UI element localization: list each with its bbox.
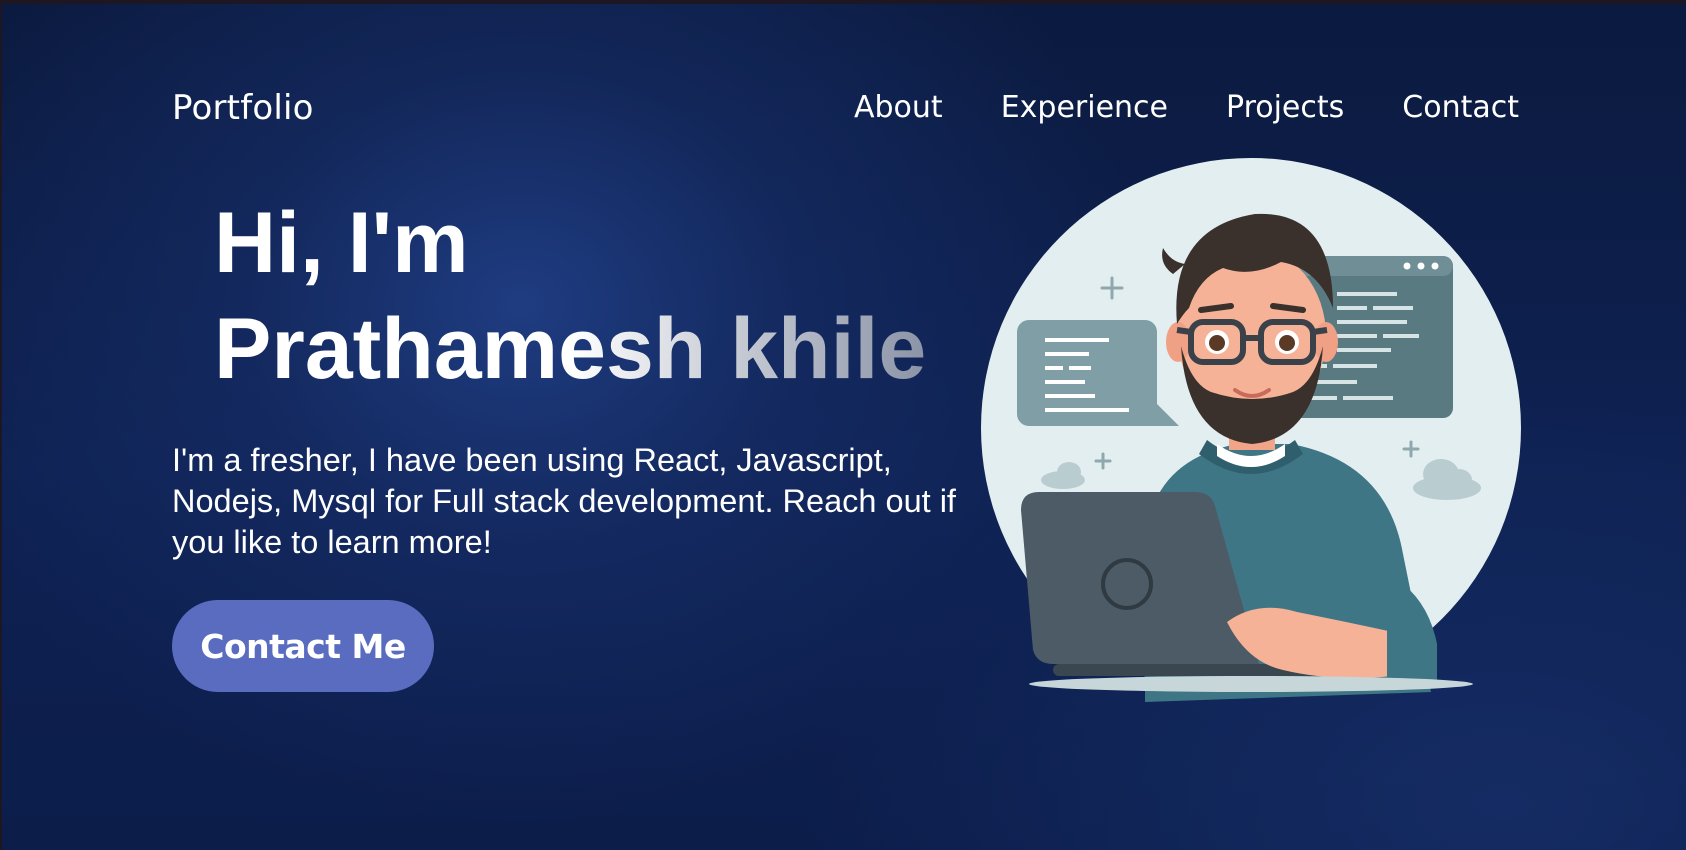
hero-greeting: Hi, I'm — [214, 195, 469, 291]
developer-avatar-icon — [981, 158, 1521, 702]
nav-contact[interactable]: Contact — [1402, 90, 1519, 125]
hero-description: I'm a fresher, I have been using React, … — [172, 442, 956, 560]
logo[interactable]: Portfolio — [172, 88, 314, 128]
nav-experience[interactable]: Experience — [1001, 90, 1168, 125]
hero-name: Prathamesh khile — [214, 296, 926, 402]
contact-me-button[interactable]: Contact Me — [172, 600, 434, 692]
hero-headline: Hi, I'm Prathamesh khile — [214, 190, 926, 402]
main-nav: About Experience Projects Contact — [854, 90, 1519, 125]
nav-projects[interactable]: Projects — [1226, 90, 1344, 125]
nav-about[interactable]: About — [854, 90, 943, 125]
page-frame: Portfolio About Experience Projects Cont… — [2, 4, 1686, 850]
